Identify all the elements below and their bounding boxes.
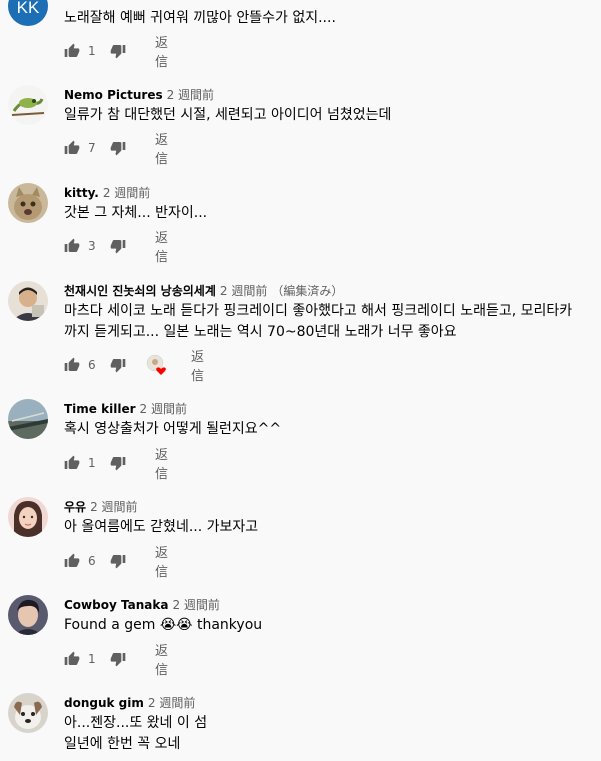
dislike-button[interactable] (110, 649, 126, 669)
reply-button[interactable]: 返信 (191, 350, 205, 384)
comment-header: kitty. 2 週間前 (64, 184, 150, 201)
thumbs-up-icon (64, 553, 80, 567)
like-button[interactable] (64, 453, 80, 473)
comment-text: 혹시 영상출처가 어떻게 될런지요^^ (64, 421, 282, 437)
comment-time[interactable]: 2 週間前 (148, 696, 195, 710)
author-name[interactable]: Nemo Pictures (64, 88, 163, 102)
avatar[interactable] (8, 693, 48, 733)
thumbs-up-icon (64, 43, 80, 57)
comment-time[interactable]: 2 週間前 (220, 284, 267, 298)
comment-time[interactable]: 2 週間前 (90, 500, 137, 514)
thumbs-up-icon (64, 357, 80, 371)
dislike-button[interactable] (110, 236, 126, 256)
avatar[interactable] (8, 281, 48, 321)
thumbs-down-icon (110, 45, 126, 59)
thumbs-down-icon (110, 240, 126, 254)
author-name[interactable]: kitty. (64, 186, 99, 200)
like-button[interactable] (64, 649, 80, 669)
author-name[interactable]: 천재시인 진놋쇠의 낭송의세계 (64, 284, 216, 298)
reply-button[interactable]: 返信 (155, 546, 169, 580)
author-name[interactable]: 우유 (64, 500, 86, 514)
comment-text: 일류가 참 대단했던 시절, 세련되고 아이디어 넘쳤었는데 (64, 107, 392, 123)
like-button[interactable] (64, 236, 80, 256)
comment-text: 갓본 그 자체... 반자이... (64, 205, 208, 221)
comment-text: 아...젠장...또 왔네 이 섬 일년에 한번 꼭 오네 (64, 715, 208, 752)
thumbs-up-icon (64, 140, 80, 154)
dislike-button[interactable] (110, 453, 126, 473)
like-count: 3 (88, 239, 96, 253)
comment-text: 아 올여름에도 갇혔네... 가보자고 (64, 519, 259, 535)
creator-heart-icon (146, 354, 166, 375)
like-count: 6 (88, 358, 96, 372)
comment-text: 마츠다 세이코 노래 듣다가 핑크레이디 좋아했다고 해서 핑크레이디 노래듣고… (64, 303, 573, 340)
like-count: 1 (88, 652, 96, 666)
comment-time[interactable]: 2 週間前 (172, 598, 219, 612)
like-button[interactable] (64, 41, 80, 61)
thumbs-down-icon (110, 142, 126, 156)
avatar[interactable] (8, 497, 48, 537)
comment-header: 우유 2 週間前 (64, 498, 138, 515)
like-button[interactable] (64, 355, 80, 375)
avatar[interactable] (8, 595, 48, 635)
comment-time[interactable]: 2 週間前 (167, 88, 214, 102)
comment-header: Time killer 2 週間前 (64, 400, 187, 417)
like-count: 1 (88, 456, 96, 470)
dislike-button[interactable] (110, 41, 126, 61)
thumbs-up-icon (64, 651, 80, 665)
avatar[interactable] (8, 85, 48, 125)
creator-heart (146, 354, 168, 375)
thumbs-down-icon (110, 457, 126, 471)
dislike-button[interactable] (110, 138, 126, 158)
like-button[interactable] (64, 551, 80, 571)
author-name[interactable]: donguk gim (64, 696, 144, 710)
reply-button[interactable]: 返信 (155, 644, 169, 678)
reply-button[interactable]: 返信 (155, 133, 169, 167)
dislike-button[interactable] (110, 551, 126, 571)
like-button[interactable] (64, 138, 80, 158)
avatar-initials: KK (17, 0, 40, 17)
thumbs-up-icon (64, 238, 80, 252)
avatar[interactable] (8, 183, 48, 223)
comment-text: 노래잘해 예뻐 귀여워 끼많아 안뜰수가 없지.... (64, 10, 336, 26)
comment-header: donguk gim 2 週間前 (64, 694, 195, 711)
like-count: 7 (88, 141, 96, 155)
reply-button[interactable]: 返信 (155, 36, 169, 70)
comment-text: Found a gem 😭😭 thankyou (64, 617, 263, 633)
reply-button[interactable]: 返信 (155, 231, 169, 265)
comment-header: 천재시인 진놋쇠의 낭송의세계 2 週間前 （編集済み） (64, 282, 343, 299)
avatar[interactable]: KK (8, 0, 48, 26)
like-count: 1 (88, 44, 96, 58)
comment-header: Cowboy Tanaka 2 週間前 (64, 596, 220, 613)
thumbs-down-icon (110, 359, 126, 373)
comment-time[interactable]: 2 週間前 (140, 402, 187, 416)
avatar[interactable] (8, 399, 48, 439)
thumbs-down-icon (110, 653, 126, 667)
comment-time[interactable]: 2 週間前 (103, 186, 150, 200)
thumbs-down-icon (110, 555, 126, 569)
reply-button[interactable]: 返信 (155, 448, 169, 482)
author-name[interactable]: Time killer (64, 402, 136, 416)
dislike-button[interactable] (110, 355, 126, 375)
like-count: 6 (88, 554, 96, 568)
edited-label: （編集済み） (271, 284, 344, 298)
author-name[interactable]: Cowboy Tanaka (64, 598, 168, 612)
comment-header: Nemo Pictures 2 週間前 (64, 86, 214, 103)
thumbs-up-icon (64, 455, 80, 469)
